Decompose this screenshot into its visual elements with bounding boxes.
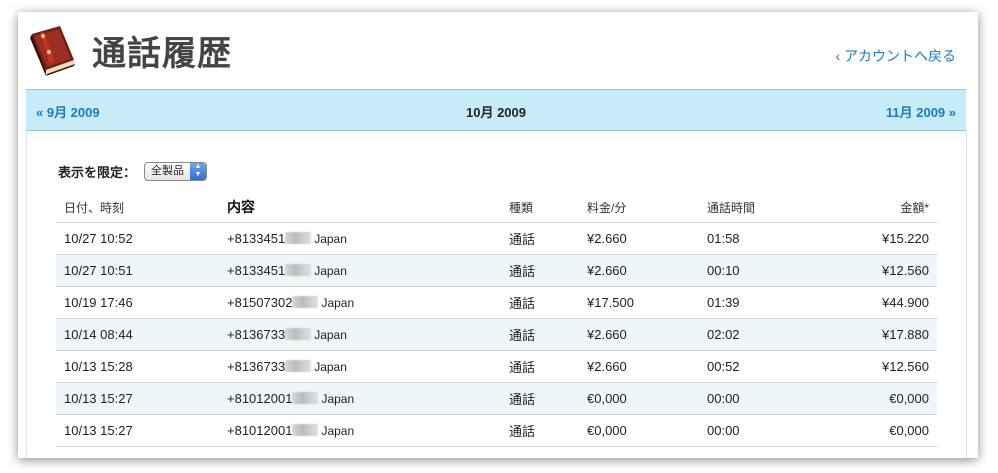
date-cell: 10/27 10:51 xyxy=(56,254,219,287)
duration-cell: 02:02 xyxy=(699,318,835,351)
phone-number: +8133451 xyxy=(227,263,286,278)
filter-label: 表示を限定： xyxy=(58,165,137,180)
amount-cell: €0,000 xyxy=(835,382,937,415)
phone-number: +8136733 xyxy=(227,359,286,374)
description-cell: +81507302 Japan xyxy=(219,286,501,319)
country-name: Japan xyxy=(314,328,347,342)
country-name: Japan xyxy=(321,424,355,438)
content-border-left xyxy=(26,130,27,458)
rate-cell: €0,000 xyxy=(579,414,699,447)
phone-number: +8136733 xyxy=(227,327,286,342)
table-row: 10/19 17:46 +81507302 Japan 通話 ¥17.500 01:39 ¥… xyxy=(56,286,937,319)
amount-cell: ¥44.900 xyxy=(835,286,937,319)
column-header-description: 内容 xyxy=(219,192,501,223)
redacted-digits xyxy=(292,392,319,404)
table-row: 10/27 10:51 +8133451 Japan 通話 ¥2.660 00:10 ¥12… xyxy=(56,254,937,287)
country-name: Japan xyxy=(314,264,347,278)
back-to-account-link[interactable]: ‹ アカウントへ戻る xyxy=(835,46,956,66)
table-row: 10/14 08:44 +8136733 Japan 通話 ¥2.660 02:02 ¥17… xyxy=(56,318,937,351)
type-cell: 通話 xyxy=(501,318,579,351)
column-header-date: 日付、時刻 xyxy=(56,192,219,223)
duration-cell: 01:39 xyxy=(699,286,835,319)
column-header-type: 種類 xyxy=(501,192,579,223)
column-header-rate: 料金/分 xyxy=(579,192,699,223)
current-month: 10月 2009 xyxy=(466,105,526,120)
rate-cell: ¥17.500 xyxy=(579,286,699,319)
country-name: Japan xyxy=(321,392,355,406)
date-cell: 10/13 15:27 xyxy=(56,382,219,415)
call-history-window: 通話履歴 ‹ アカウントへ戻る « 9月 2009 10月 2009 11月 2… xyxy=(18,12,978,458)
phone-number: +81012001 xyxy=(227,423,293,438)
rate-cell: ¥2.660 xyxy=(579,318,699,351)
description-cell: +81012001 Japan xyxy=(219,414,501,447)
table-row: 10/13 15:27 +81012001 Japan 通話 €0,000 00:00 €0… xyxy=(56,382,937,415)
amount-cell: ¥17.880 xyxy=(835,318,937,351)
type-cell: 通話 xyxy=(501,222,579,255)
date-cell: 10/13 15:28 xyxy=(56,350,219,383)
country-name: Japan xyxy=(314,360,347,374)
redacted-digits xyxy=(285,232,312,244)
rate-cell: ¥2.660 xyxy=(579,222,699,255)
redacted-digits xyxy=(292,424,319,436)
duration-cell: 00:52 xyxy=(699,350,835,383)
table-header-row: 日付、時刻 内容 種類 料金/分 通話時間 金額* xyxy=(56,192,937,223)
content-border-right xyxy=(966,130,967,458)
duration-cell: 00:00 xyxy=(699,382,835,415)
filter-bar: 表示を限定： 全製品 ▲ ▼ xyxy=(58,162,208,181)
select-arrows-icon: ▲ ▼ xyxy=(190,163,207,180)
type-cell: 通話 xyxy=(501,414,579,447)
date-cell: 10/19 17:46 xyxy=(56,286,219,319)
country-name: Japan xyxy=(321,296,355,310)
date-cell: 10/27 10:52 xyxy=(56,222,219,255)
phone-number: +8133451 xyxy=(227,231,286,246)
table-row: 10/13 15:28 +8136733 Japan 通話 ¥2.660 00:52 ¥12… xyxy=(56,350,937,383)
redacted-digits xyxy=(285,264,312,276)
duration-cell: 00:10 xyxy=(699,254,835,287)
product-filter-value: 全製品 xyxy=(151,165,185,177)
redacted-digits xyxy=(285,328,312,340)
type-cell: 通話 xyxy=(501,254,579,287)
next-month-link[interactable]: 11月 2009 » xyxy=(886,102,956,121)
description-cell: +81012001 Japan xyxy=(219,382,501,415)
amount-cell: ¥12.560 xyxy=(835,254,937,287)
country-name: Japan xyxy=(314,232,347,246)
table-row: 10/13 15:27 +81012001 Japan 通話 €0,000 00:00 €0… xyxy=(56,414,937,447)
phone-number: +81507302 xyxy=(227,295,293,310)
month-navigation: « 9月 2009 10月 2009 11月 2009 » xyxy=(26,89,966,131)
rate-cell: €0,000 xyxy=(579,382,699,415)
amount-cell: ¥12.560 xyxy=(835,350,937,383)
address-book-icon xyxy=(30,26,75,76)
amount-cell: ¥15.220 xyxy=(835,222,937,255)
type-cell: 通話 xyxy=(501,350,579,383)
description-cell: +8133451 Japan xyxy=(219,222,501,255)
type-cell: 通話 xyxy=(501,382,579,415)
rate-cell: ¥2.660 xyxy=(579,350,699,383)
duration-cell: 00:00 xyxy=(699,414,835,447)
date-cell: 10/13 15:27 xyxy=(56,414,219,447)
amount-cell: €0,000 xyxy=(835,414,937,447)
date-cell: 10/14 08:44 xyxy=(56,318,219,351)
redacted-digits xyxy=(292,296,319,308)
type-cell: 通話 xyxy=(501,286,579,319)
table-body: 10/27 10:52 +8133451 Japan 通話 ¥2.660 01:58 ¥15… xyxy=(56,222,937,447)
description-cell: +8133451 Japan xyxy=(219,254,501,287)
page-title: 通話履歴 xyxy=(92,35,232,73)
duration-cell: 01:58 xyxy=(699,222,835,255)
column-header-amount: 金額* xyxy=(835,192,937,223)
phone-number: +81012001 xyxy=(227,391,293,406)
rate-cell: ¥2.660 xyxy=(579,254,699,287)
description-cell: +8136733 Japan xyxy=(219,350,501,383)
column-header-duration: 通話時間 xyxy=(699,192,835,223)
call-history-table: 日付、時刻 内容 種類 料金/分 通話時間 金額* 10/27 10:52 +81… xyxy=(56,192,937,447)
redacted-digits xyxy=(285,360,312,372)
table-row: 10/27 10:52 +8133451 Japan 通話 ¥2.660 01:58 ¥15… xyxy=(56,222,937,255)
description-cell: +8136733 Japan xyxy=(219,318,501,351)
page-header: 通話履歴 ‹ アカウントへ戻る xyxy=(18,12,978,88)
product-filter-select[interactable]: 全製品 ▲ ▼ xyxy=(144,162,208,181)
